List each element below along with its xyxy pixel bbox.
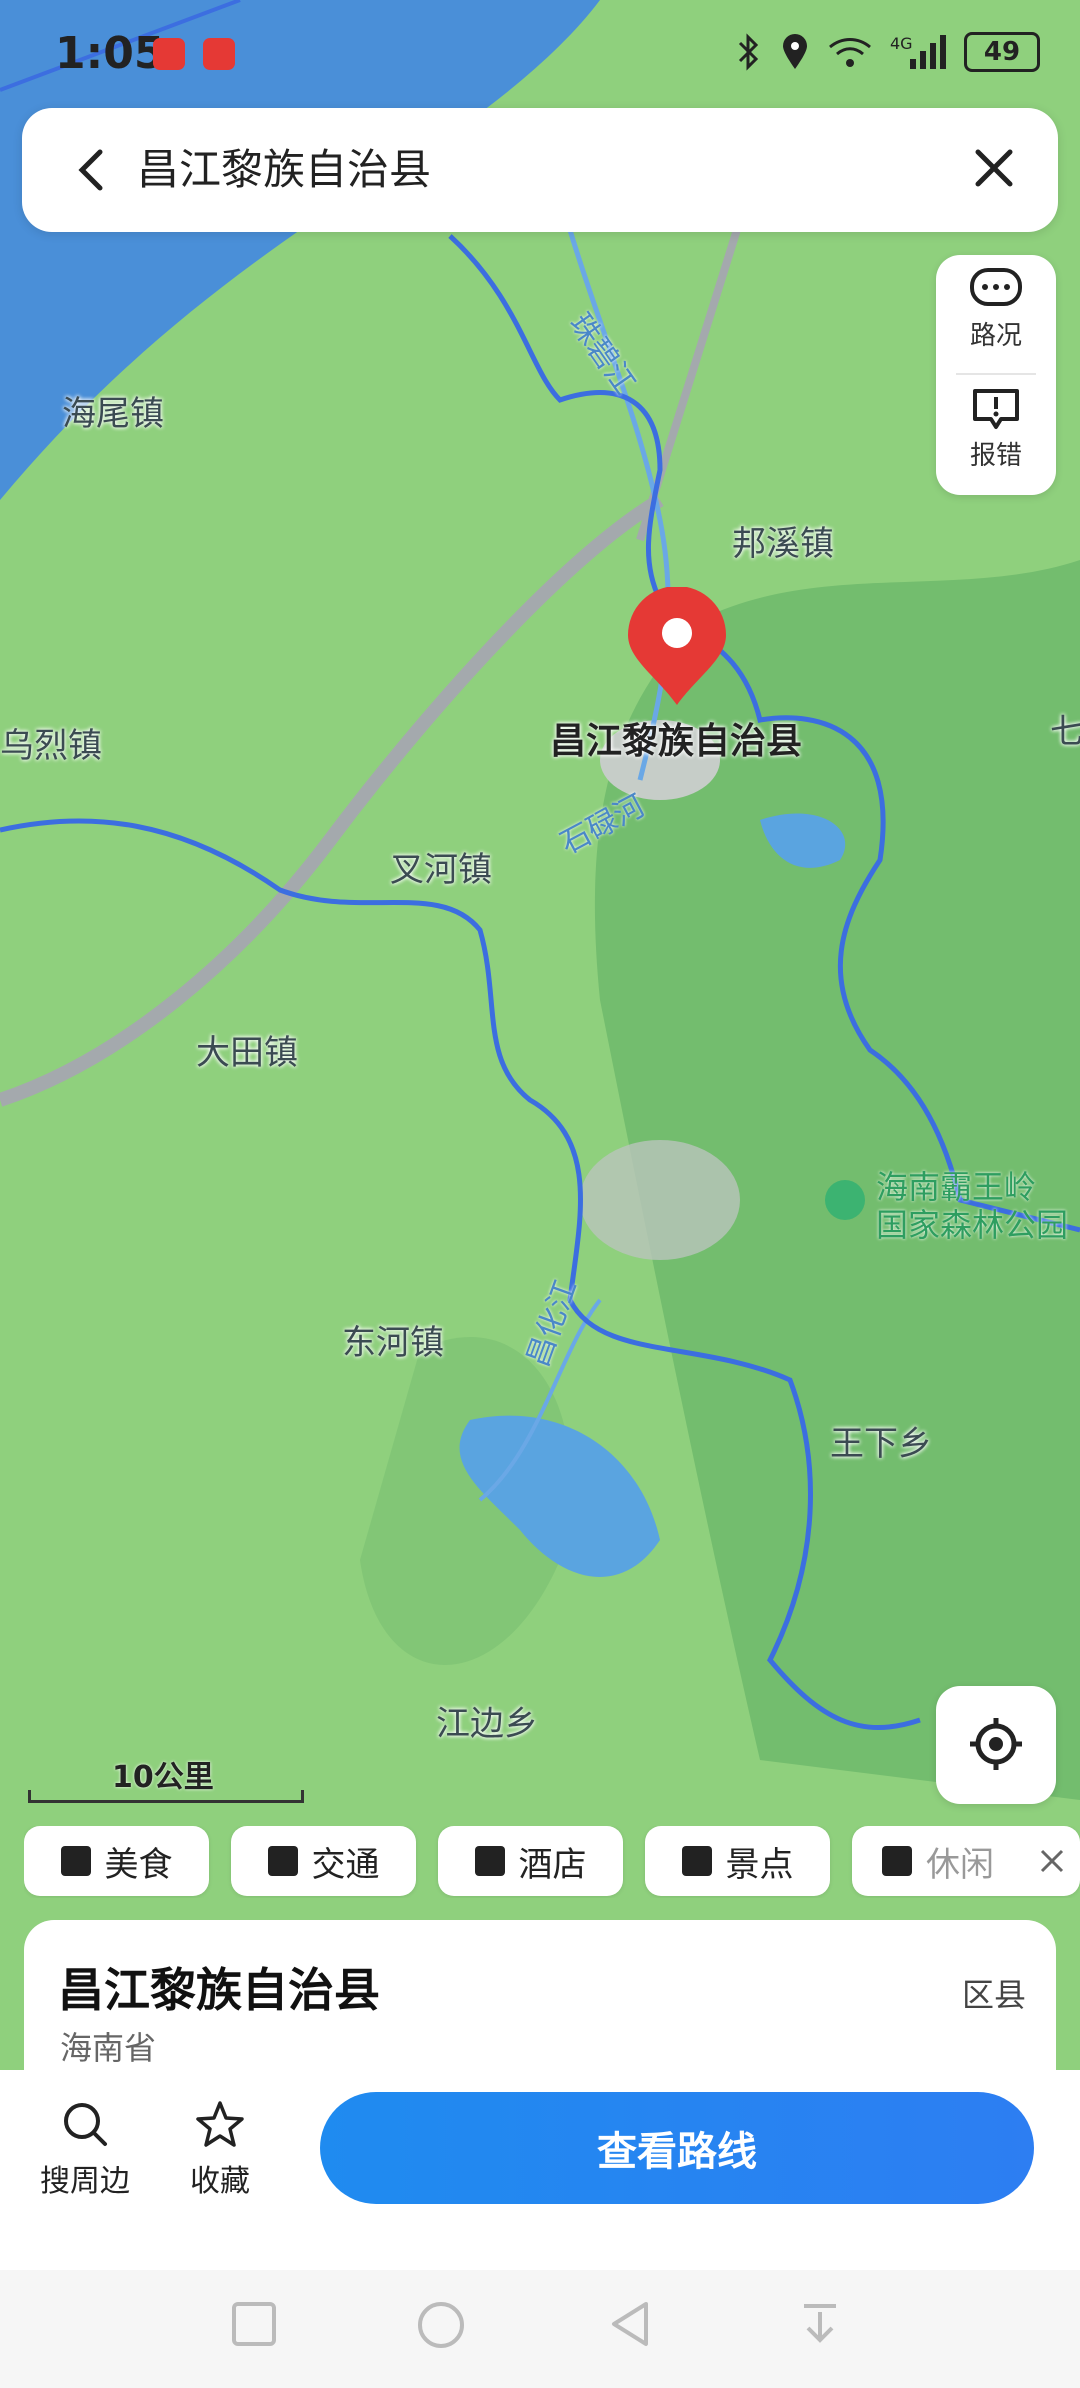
map-label-donghe[interactable]: 东河镇 <box>342 1315 444 1364</box>
place-type: 区县 <box>961 1976 1026 2014</box>
location-pin-icon[interactable] <box>622 587 732 707</box>
search-icon <box>64 2103 107 2146</box>
back-arrow-icon[interactable] <box>62 140 122 200</box>
category-chips: 美食 交通 酒店 景点 休闲 <box>24 1826 1080 1898</box>
chip-label: 美食 <box>104 1844 173 1885</box>
wifi-icon <box>829 38 871 67</box>
status-bar: 1:05 4G 49 <box>0 0 1080 110</box>
report-error-button[interactable]: 报错 <box>936 375 1056 485</box>
hotel-icon <box>474 1846 505 1876</box>
locate-me-button[interactable] <box>936 1686 1056 1804</box>
chip-hotel[interactable]: 酒店 <box>438 1826 623 1896</box>
network-type: 4G <box>890 34 913 53</box>
dropdown-menu-icon[interactable] <box>796 2300 844 2348</box>
notification-icon <box>203 38 235 70</box>
close-icon[interactable] <box>964 138 1024 198</box>
bus-icon <box>267 1846 298 1876</box>
crosshair-icon <box>970 1718 1022 1770</box>
search-nearby-label: 搜周边 <box>40 2164 130 2199</box>
map-label-bangxi[interactable]: 邦溪镇 <box>732 516 834 565</box>
search-nearby-button[interactable]: 搜周边 <box>25 2100 145 2200</box>
map-label-haiwei[interactable]: 海尾镇 <box>62 386 164 435</box>
cocktail-icon <box>882 1846 912 1876</box>
map-label-wangxia[interactable]: 王下乡 <box>830 1416 932 1465</box>
traffic-label: 路况 <box>969 321 1022 351</box>
map-label-datian[interactable]: 大田镇 <box>196 1025 298 1074</box>
map-tools-card: 路况 报错 <box>936 255 1056 495</box>
chip-scenic[interactable]: 景点 <box>645 1826 830 1896</box>
poi-label-line2: 国家森林公园 <box>876 1206 1069 1244</box>
place-province: 海南省 <box>60 2029 157 2067</box>
place-name: 昌江黎族自治县 <box>58 1963 380 2017</box>
map-label-edge: 七 <box>1050 712 1080 752</box>
signal-icon: 4G <box>890 34 946 69</box>
favorite-label: 收藏 <box>190 2164 250 2199</box>
system-nav-bar <box>0 2270 1080 2388</box>
chip-food[interactable]: 美食 <box>24 1826 209 1896</box>
bottom-action-bar: 搜周边 收藏 查看路线 <box>0 2070 1080 2280</box>
scale-bar <box>28 1790 304 1803</box>
chip-label: 景点 <box>725 1844 794 1885</box>
notification-icon <box>153 38 185 70</box>
status-icons: 4G 49 <box>736 32 1040 72</box>
location-icon <box>783 34 807 69</box>
mountain-icon <box>681 1846 712 1876</box>
chip-label: 酒店 <box>518 1844 587 1885</box>
search-bar[interactable]: 昌江黎族自治县 <box>22 108 1058 232</box>
chip-label: 交通 <box>311 1844 380 1885</box>
report-icon <box>973 389 1019 429</box>
park-poi-icon[interactable] <box>825 1180 865 1220</box>
traffic-icon <box>970 268 1022 306</box>
recent-apps-icon[interactable] <box>230 2300 278 2348</box>
star-icon <box>196 2101 244 2147</box>
utensils-icon <box>60 1846 91 1876</box>
traffic-button[interactable]: 路况 <box>936 255 1056 365</box>
bluetooth-icon <box>738 33 759 71</box>
search-query[interactable]: 昌江黎族自治县 <box>137 136 431 197</box>
poi-label[interactable]: 海南霸王岭 国家森林公园 <box>876 1168 1068 1244</box>
chip-label: 休闲 <box>926 1844 994 1885</box>
report-error-label: 报错 <box>969 441 1022 471</box>
center-place-label[interactable]: 昌江黎族自治县 <box>550 712 802 764</box>
chip-leisure[interactable]: 休闲 <box>852 1826 1080 1896</box>
map-label-wulie[interactable]: 乌烈镇 <box>0 718 102 767</box>
battery-indicator: 49 <box>964 32 1040 72</box>
map-label-jiangbian[interactable]: 江边乡 <box>436 1696 538 1745</box>
map-label-chahe[interactable]: 叉河镇 <box>390 842 492 891</box>
close-icon[interactable] <box>1038 1847 1066 1875</box>
home-icon[interactable] <box>416 2300 466 2350</box>
back-icon[interactable] <box>606 2300 654 2348</box>
favorite-button[interactable]: 收藏 <box>160 2100 280 2200</box>
poi-label-line1: 海南霸王岭 <box>876 1168 1037 1206</box>
chip-transport[interactable]: 交通 <box>231 1826 416 1896</box>
status-time: 1:05 <box>55 28 165 79</box>
view-route-button[interactable]: 查看路线 <box>320 2092 1034 2204</box>
